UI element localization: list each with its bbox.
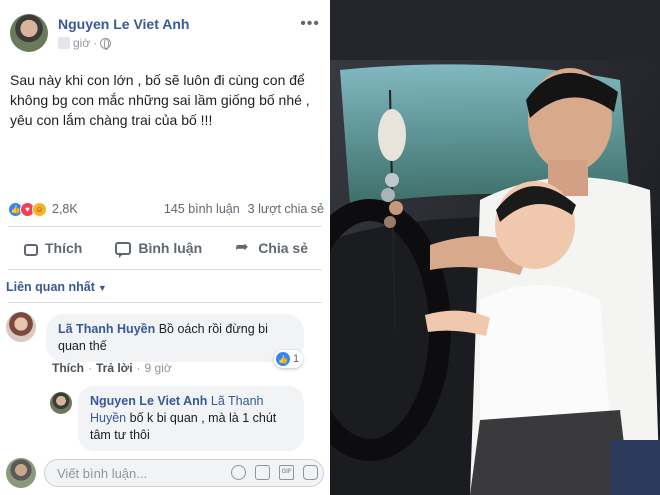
post-time[interactable]: giờ — [73, 36, 90, 50]
facebook-post: Nguyen Le Viet Anh giờ · ••• Sau này khi… — [0, 0, 330, 495]
child-pants — [470, 410, 630, 495]
comment-time[interactable]: 9 giờ — [145, 361, 172, 375]
share-icon: ➦ — [235, 239, 249, 256]
comment-button[interactable]: Bình luận — [99, 232, 218, 264]
reply-bubble: Nguyen Le Viet Anh Lã Thanh Huyền bố k b… — [78, 386, 304, 451]
comment-like-link[interactable]: Thích — [52, 361, 84, 375]
reactions-bar: 👍 ♥ ☺ 2,8K 145 bình luận 3 lượt chia sẻ — [8, 198, 324, 220]
post-actions: Thích Bình luận ➦ Chia sẻ — [8, 232, 324, 264]
globe-icon — [100, 37, 112, 50]
divider — [8, 269, 322, 270]
comment-like-badge[interactable]: 👍 1 — [274, 350, 304, 368]
composer-icons: GIF — [231, 465, 318, 480]
emoji-icon[interactable] — [231, 465, 246, 480]
comment-icon — [115, 241, 132, 258]
sticker-icon[interactable] — [303, 465, 318, 480]
thumb-up-icon — [24, 244, 38, 256]
comment-composer: Viết bình luận... GIF — [4, 458, 324, 490]
comment-like-count: 1 — [293, 353, 300, 365]
haha-reaction-icon[interactable]: ☺ — [32, 201, 47, 217]
reaction-count[interactable]: 2,8K — [52, 202, 78, 216]
sort-label: Liên quan nhất — [6, 280, 95, 294]
ornament-bead — [381, 188, 395, 202]
author-avatar[interactable] — [10, 14, 48, 52]
post-photo[interactable] — [330, 0, 660, 495]
divider — [8, 226, 322, 227]
commenter-name[interactable]: Lã Thanh Huyền — [58, 322, 155, 336]
caret-down-icon: ▼ — [97, 283, 107, 293]
camera-icon[interactable] — [255, 465, 270, 480]
author-name[interactable]: Nguyen Le Viet Anh — [58, 16, 189, 32]
replier-avatar[interactable] — [50, 392, 72, 414]
commenter-avatar[interactable] — [6, 312, 36, 342]
share-button-label: Chia sẻ — [258, 240, 308, 256]
ornament-bead — [384, 216, 396, 228]
comment-reply: Nguyen Le Viet Anh Lã Thanh Huyền bố k b… — [50, 386, 326, 451]
divider — [8, 302, 322, 303]
post-text: Sau này khi con lớn , bố sẽ luôn đi cùng… — [10, 72, 310, 128]
comments-shares: 145 bình luận 3 lượt chia sẻ — [164, 202, 324, 216]
comment-meta: Thích · Trả lời · 9 giờ — [52, 361, 172, 375]
replier-name[interactable]: Nguyen Le Viet Anh — [90, 394, 207, 408]
comment-reply-link[interactable]: Trả lời — [96, 361, 133, 375]
like-reaction-icon: 👍 — [276, 352, 290, 366]
gif-icon[interactable]: GIF — [279, 465, 294, 480]
photo-illustration — [330, 0, 660, 495]
comment: Lã Thanh Huyền Bồ oách rồi đừng bi quan … — [6, 312, 322, 382]
share-button[interactable]: ➦ Chia sẻ — [219, 232, 324, 264]
time-blur — [58, 37, 70, 49]
post-meta: giờ · — [58, 36, 112, 50]
current-user-avatar — [6, 458, 36, 488]
more-icon[interactable]: ••• — [300, 16, 320, 32]
shares-count[interactable]: 3 lượt chia sẻ — [248, 202, 324, 216]
like-button-label: Thích — [45, 240, 83, 256]
roof-lining — [330, 0, 660, 60]
like-button[interactable]: Thích — [8, 232, 98, 264]
ornament-bead — [389, 201, 403, 215]
comment-bubble: Lã Thanh Huyền Bồ oách rồi đừng bi quan … — [46, 314, 304, 362]
post-header: Nguyen Le Viet Anh giờ · ••• — [10, 12, 322, 56]
child-shirt — [480, 285, 610, 430]
comment-sort-dropdown[interactable]: Liên quan nhất ▼ — [6, 280, 107, 294]
seat-detail — [610, 440, 660, 495]
ornament-charm — [378, 109, 406, 161]
comment-input-placeholder: Viết bình luận... — [57, 466, 148, 481]
comments-count[interactable]: 145 bình luận — [164, 202, 240, 216]
ornament-bead — [385, 173, 399, 187]
comment-button-label: Bình luận — [138, 240, 203, 256]
